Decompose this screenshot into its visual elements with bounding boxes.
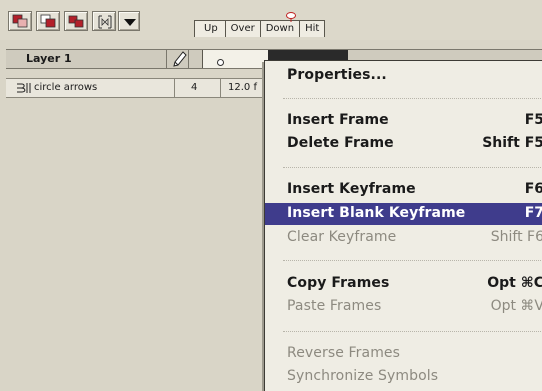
edit-multiple-frames-icon bbox=[68, 15, 84, 28]
empty-keyframe-dot bbox=[217, 59, 224, 66]
menu-separator bbox=[283, 260, 541, 261]
menu-item-properties[interactable]: Properties... bbox=[265, 65, 542, 87]
onion-skin-outlines-button[interactable] bbox=[36, 11, 60, 31]
pencil-icon[interactable] bbox=[173, 51, 187, 67]
menu-item-copy-frames[interactable]: Copy Frames Opt ⌘C bbox=[265, 273, 542, 295]
menu-separator bbox=[283, 98, 541, 99]
status-bar-bg: circle arrows 4 12.0 f bbox=[6, 78, 276, 98]
center-frame-icon[interactable] bbox=[16, 81, 32, 94]
status-divider bbox=[220, 79, 221, 97]
menu-separator bbox=[283, 167, 541, 168]
timeline-menu-dropdown[interactable] bbox=[118, 11, 140, 31]
menu-item-paste-frames[interactable]: Paste Frames Opt ⌘V bbox=[265, 296, 542, 318]
bracket-markers-icon bbox=[98, 15, 112, 29]
timeline-status-bar: circle arrows 4 12.0 f bbox=[6, 78, 276, 98]
frame-context-menu: Properties... Insert Frame F5 Delete Fra… bbox=[264, 60, 542, 391]
menu-item-insert-keyframe[interactable]: Insert Keyframe F6 bbox=[265, 179, 542, 201]
keyframe-cell[interactable] bbox=[202, 50, 269, 68]
modify-onion-markers-button[interactable] bbox=[92, 11, 116, 31]
timeline-toolbar: Up Over Down Hit bbox=[0, 0, 542, 40]
tab-down[interactable]: Down bbox=[259, 20, 301, 37]
onion-skin-icon bbox=[12, 14, 28, 28]
edit-multiple-frames-button[interactable] bbox=[64, 11, 88, 31]
tab-hit[interactable]: Hit bbox=[299, 20, 326, 37]
menu-item-delete-frame[interactable]: Delete Frame Shift F5 bbox=[265, 133, 542, 155]
menu-item-insert-blank-keyframe[interactable]: Insert Blank Keyframe F7 bbox=[265, 203, 542, 225]
onion-skin-button[interactable] bbox=[8, 11, 32, 31]
onion-outline-icon bbox=[40, 14, 56, 28]
triangle-down-icon bbox=[124, 19, 136, 26]
column-divider bbox=[166, 50, 167, 68]
column-divider bbox=[188, 50, 189, 68]
tab-over[interactable]: Over bbox=[224, 20, 261, 37]
current-symbol-label: circle arrows bbox=[34, 82, 98, 93]
frame-rate-readout: 12.0 f bbox=[228, 82, 257, 93]
menu-item-insert-frame[interactable]: Insert Frame F5 bbox=[265, 110, 542, 132]
current-frame-number: 4 bbox=[191, 82, 198, 93]
menu-item-synchronize-symbols[interactable]: Synchronize Symbols bbox=[265, 366, 542, 388]
status-divider bbox=[174, 79, 175, 97]
menu-item-reverse-frames[interactable]: Reverse Frames bbox=[265, 343, 542, 365]
menu-separator bbox=[283, 331, 541, 332]
button-state-tabs: Up Over Down Hit bbox=[194, 20, 326, 37]
playhead-marker-icon bbox=[286, 12, 296, 22]
layer-name: Layer 1 bbox=[26, 52, 72, 65]
menu-item-clear-keyframe[interactable]: Clear Keyframe Shift F6 bbox=[265, 227, 542, 249]
tab-up[interactable]: Up bbox=[194, 20, 226, 37]
